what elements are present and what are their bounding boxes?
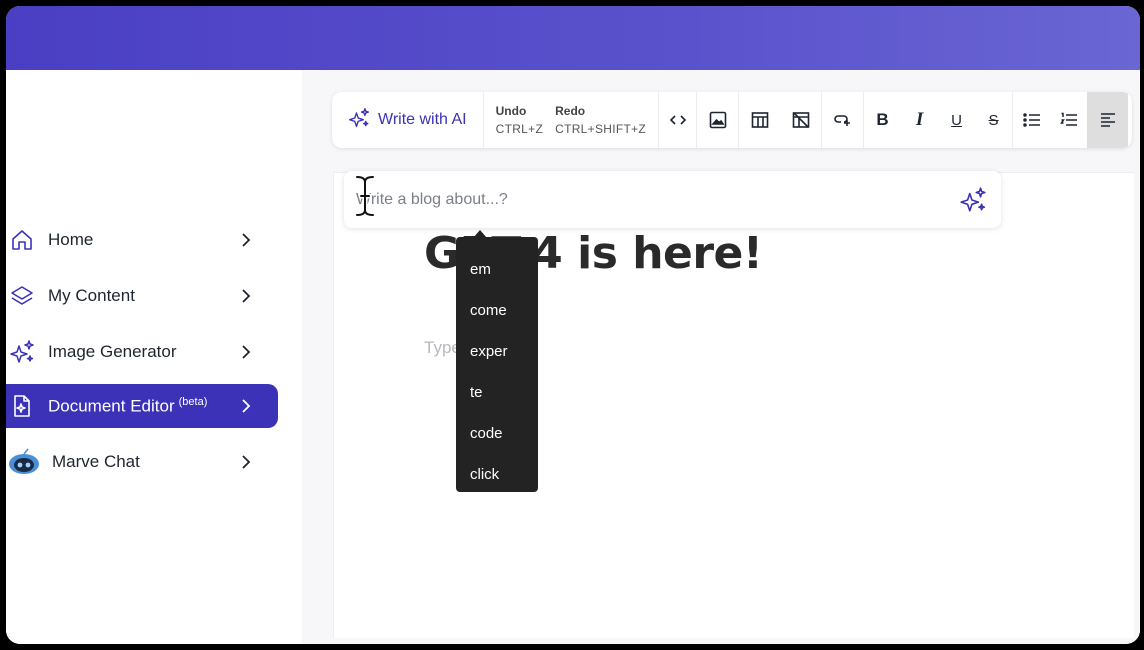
text-cursor-icon	[354, 174, 376, 218]
undo-button[interactable]: Undo CTRL+Z	[496, 104, 543, 136]
sidebar-item-label: Marve Chat	[52, 452, 140, 471]
align-left-button[interactable]	[1087, 92, 1129, 148]
autocomplete-dropdown: em come exper te code click	[456, 230, 538, 492]
redo-label: Redo	[555, 104, 586, 118]
numbered-list-button[interactable]	[1050, 92, 1087, 148]
image-icon	[709, 111, 726, 129]
editor-toolbar: Write with AI Undo CTRL+Z Redo CTRL+SHIF…	[332, 92, 1132, 148]
autocomplete-option[interactable]: em	[470, 260, 491, 280]
chevron-right-icon	[236, 286, 256, 306]
ai-prompt-input[interactable]: Write a blog about...?	[356, 191, 955, 209]
undo-shortcut: CTRL+Z	[495, 122, 544, 136]
code-button[interactable]	[659, 92, 696, 148]
ai-prompt-box[interactable]: Write a blog about...?	[344, 171, 1001, 228]
link-button[interactable]	[822, 92, 863, 148]
italic-icon: I	[915, 109, 924, 130]
italic-button[interactable]: I	[901, 92, 938, 148]
image-button[interactable]	[697, 92, 738, 148]
chevron-right-icon	[236, 230, 256, 250]
code-icon	[669, 115, 686, 125]
bold-button[interactable]: B	[864, 92, 901, 148]
strikethrough-icon: S	[988, 111, 999, 129]
write-with-ai-label: Write with AI	[378, 111, 467, 128]
write-with-ai-button[interactable]: Write with AI	[332, 92, 484, 148]
underline-button[interactable]: U	[938, 92, 975, 148]
redo-button[interactable]: Redo CTRL+SHIFT+Z	[555, 104, 646, 136]
bullet-list-button[interactable]	[1013, 92, 1050, 148]
ai-document-icon	[8, 392, 36, 420]
sidebar-item-label: Image Generator	[48, 342, 177, 361]
numbered-list-icon	[1059, 112, 1077, 126]
autocomplete-option[interactable]: te	[470, 383, 483, 403]
link-icon	[833, 115, 850, 126]
delete-table-icon	[792, 112, 809, 128]
autocomplete-option[interactable]: click	[470, 465, 499, 485]
strikethrough-button[interactable]: S	[975, 92, 1012, 148]
sidebar-item-label: Home	[48, 230, 94, 249]
chevron-right-icon	[236, 342, 256, 362]
sparkles-icon	[348, 107, 370, 134]
bold-icon: B	[876, 110, 889, 129]
app-header	[6, 6, 1140, 70]
layers-icon	[8, 282, 36, 310]
underline-icon: U	[951, 111, 962, 129]
sidebar-item-label: Document Editor	[48, 396, 175, 416]
autocomplete-option[interactable]: exper	[470, 342, 508, 362]
bullet-list-icon	[1022, 113, 1040, 127]
sidebar-item-home[interactable]: Home	[6, 218, 278, 262]
sidebar-item-label: My Content	[48, 286, 135, 305]
sparkles-icon	[8, 338, 36, 366]
table-icon	[751, 112, 768, 128]
autocomplete-option[interactable]: come	[470, 301, 507, 321]
dropdown-pointer	[473, 230, 487, 238]
align-left-icon	[1100, 113, 1115, 127]
sidebar-item-document-editor[interactable]: Document Editor (beta)	[6, 384, 278, 428]
delete-table-button[interactable]	[780, 92, 821, 148]
redo-shortcut: CTRL+SHIFT+Z	[555, 122, 647, 136]
home-icon	[8, 226, 36, 254]
chevron-right-icon	[236, 396, 256, 416]
generate-sparkles-icon[interactable]	[955, 182, 991, 218]
beta-badge: (beta)	[178, 395, 208, 408]
sidebar-item-marve-chat[interactable]: Marve Chat	[6, 440, 278, 484]
autocomplete-option[interactable]: code	[470, 424, 503, 444]
undo-label: Undo	[495, 104, 527, 118]
sidebar: Home My Content Image Generator Document…	[6, 70, 302, 644]
table-button[interactable]	[739, 92, 780, 148]
sidebar-item-my-content[interactable]: My Content	[6, 274, 278, 318]
robot-avatar-icon	[8, 448, 40, 476]
chevron-right-icon	[236, 452, 256, 472]
sidebar-item-image-generator[interactable]: Image Generator	[6, 330, 278, 374]
